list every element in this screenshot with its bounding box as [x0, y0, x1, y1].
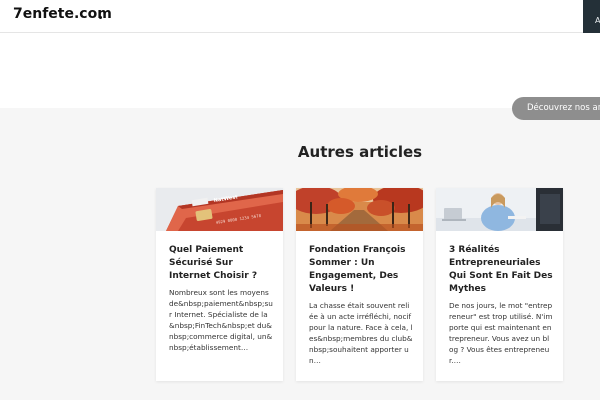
content-top — [0, 33, 600, 108]
article-excerpt: De nos jours, le mot "entrepreneur" est … — [449, 301, 553, 365]
article-card[interactable]: Fondation François Sommer : Un Engagemen… — [296, 188, 423, 381]
article-title[interactable]: Fondation François Sommer : Un Engagemen… — [309, 244, 413, 296]
article-card[interactable]: 3 Réalités Entrepreneuriales Qui Sont En… — [436, 188, 563, 381]
article-excerpt: Nombreux sont les moyens de&nbsp;paiemen… — [169, 288, 273, 352]
article-title[interactable]: 3 Réalités Entrepreneuriales Qui Sont En… — [449, 244, 553, 296]
article-title[interactable]: Quel Paiement Sécurisé Sur Internet Choi… — [169, 244, 273, 283]
article-card[interactable]: NatWest 4929 0000 1234 5678 Quel Paiemen… — [156, 188, 283, 381]
discover-articles-button[interactable]: Découvrez nos articles — [512, 97, 600, 120]
article-excerpt: La chasse était souvent reliée à un acte… — [309, 301, 413, 365]
side-panel-item-1[interactable]: A — [595, 16, 600, 25]
site-header: 7enfete.com — [0, 0, 600, 33]
site-logo[interactable]: 7enfete.com — [13, 6, 112, 22]
article-image-autumn-forest[interactable] — [296, 188, 423, 231]
section-title: Autres articles — [297, 143, 423, 161]
article-image-woman-laptop[interactable] — [436, 188, 563, 231]
logo-dot — [99, 16, 102, 19]
article-image-credit-card[interactable]: NatWest 4929 0000 1234 5678 — [156, 188, 283, 231]
